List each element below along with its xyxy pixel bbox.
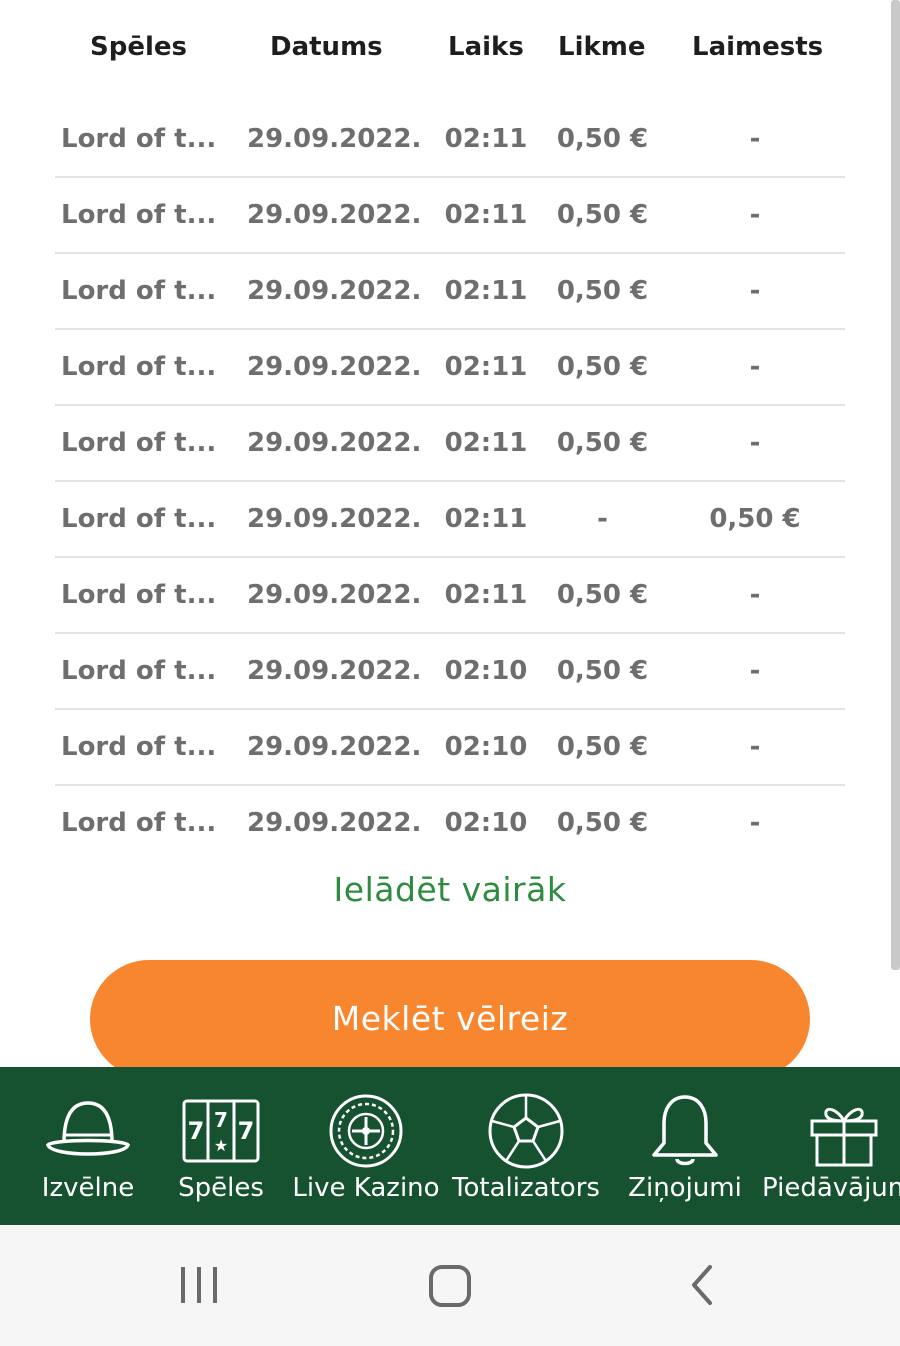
table-row[interactable]: Lord of t... 29.09.2022. 02:11 0,50 € - <box>55 330 845 406</box>
history-table: Lord of t... 29.09.2022. 02:11 0,50 € - Lord … <box>55 102 845 860</box>
load-more-link[interactable]: Ielādēt vairāk <box>0 870 900 909</box>
nav-item-offers[interactable]: Piedāvājumi <box>760 1067 900 1225</box>
svg-text:★: ★ <box>214 1136 228 1155</box>
cell-date: 29.09.2022. <box>247 580 422 610</box>
cell-bet: 0,50 € <box>556 732 649 762</box>
recent-apps-icon[interactable] <box>178 1255 220 1315</box>
header-win: Laimests <box>692 32 824 62</box>
cell-date: 29.09.2022. <box>247 124 422 154</box>
bowler-hat-icon <box>45 1101 131 1156</box>
cell-win: - <box>749 732 761 762</box>
cell-bet: 0,50 € <box>556 428 649 458</box>
search-again-button[interactable]: Meklēt vēlreiz <box>90 960 810 1078</box>
cell-date: 29.09.2022. <box>247 732 422 762</box>
cell-date: 29.09.2022. <box>247 656 422 686</box>
cell-win: - <box>749 656 761 686</box>
table-row[interactable]: Lord of t... 29.09.2022. 02:11 - 0,50 € <box>55 482 845 558</box>
cell-bet: 0,50 € <box>556 808 649 838</box>
cell-win: - <box>749 124 761 154</box>
slot-machine-icon: 7 7 ★ 7 <box>182 1099 260 1163</box>
cell-game: Lord of t... <box>61 352 217 382</box>
svg-text:7: 7 <box>238 1117 255 1145</box>
table-row[interactable]: Lord of t... 29.09.2022. 02:11 0,50 € - <box>55 254 845 330</box>
table-row[interactable]: Lord of t... 29.09.2022. 02:11 0,50 € - <box>55 178 845 254</box>
cell-date: 29.09.2022. <box>247 808 422 838</box>
cell-game: Lord of t... <box>61 200 217 230</box>
nav-label: Totalizators <box>452 1173 600 1203</box>
cell-time: 02:11 <box>444 276 528 306</box>
gift-icon <box>810 1107 878 1167</box>
cell-date: 29.09.2022. <box>247 352 422 382</box>
cell-bet: - <box>597 504 608 534</box>
cell-game: Lord of t... <box>61 580 217 610</box>
cell-bet: 0,50 € <box>556 352 649 382</box>
cell-game: Lord of t... <box>61 732 217 762</box>
header-date: Datums <box>270 32 383 62</box>
cell-date: 29.09.2022. <box>247 200 422 230</box>
cell-win: - <box>749 808 761 838</box>
cell-time: 02:10 <box>444 732 528 762</box>
cell-bet: 0,50 € <box>556 124 649 154</box>
nav-label: Live Kazino <box>292 1173 440 1203</box>
nav-item-games[interactable]: 7 7 ★ 7 Spēles <box>166 1067 276 1225</box>
roulette-wheel-icon <box>329 1094 403 1168</box>
nav-label: Piedāvājumi <box>762 1173 900 1203</box>
svg-text:7: 7 <box>188 1117 205 1145</box>
header-time: Laiks <box>448 32 524 62</box>
table-row[interactable]: Lord of t... 29.09.2022. 02:10 0,50 € - <box>55 634 845 710</box>
back-icon[interactable] <box>684 1255 720 1315</box>
cell-game: Lord of t... <box>61 656 217 686</box>
table-row[interactable]: Lord of t... 29.09.2022. 02:10 0,50 € - <box>55 710 845 786</box>
cell-win: - <box>749 428 761 458</box>
table-row[interactable]: Lord of t... 29.09.2022. 02:11 0,50 € - <box>55 558 845 634</box>
nav-item-messages[interactable]: Ziņojumi <box>620 1067 750 1225</box>
nav-label: Izvēlne <box>41 1173 135 1203</box>
cell-time: 02:11 <box>444 428 528 458</box>
cell-win: - <box>749 580 761 610</box>
svg-text:7: 7 <box>214 1108 228 1132</box>
nav-label: Ziņojumi <box>628 1173 742 1203</box>
nav-item-sportsbook[interactable]: Totalizators <box>448 1067 604 1225</box>
cell-time: 02:11 <box>444 200 528 230</box>
bottom-navigation: Izvēlne 7 7 ★ 7 Spēles Live Kazino Total… <box>0 1067 900 1225</box>
cell-win: 0,50 € <box>709 504 801 534</box>
cell-time: 02:10 <box>444 656 528 686</box>
cell-time: 02:11 <box>444 504 528 534</box>
cell-bet: 0,50 € <box>556 276 649 306</box>
table-row[interactable]: Lord of t... 29.09.2022. 02:11 0,50 € - <box>55 102 845 178</box>
cell-date: 29.09.2022. <box>247 504 422 534</box>
cell-game: Lord of t... <box>61 504 217 534</box>
table-row[interactable]: Lord of t... 29.09.2022. 02:10 0,50 € - <box>55 786 845 860</box>
header-bet: Likme <box>558 32 646 62</box>
cell-game: Lord of t... <box>61 808 217 838</box>
cell-time: 02:11 <box>444 124 528 154</box>
home-icon[interactable] <box>426 1255 474 1315</box>
cell-win: - <box>749 200 761 230</box>
nav-label: Spēles <box>178 1173 264 1203</box>
cell-bet: 0,50 € <box>556 656 649 686</box>
cell-date: 29.09.2022. <box>247 428 422 458</box>
cell-game: Lord of t... <box>61 124 217 154</box>
cell-game: Lord of t... <box>61 276 217 306</box>
cell-game: Lord of t... <box>61 428 217 458</box>
cell-bet: 0,50 € <box>556 200 649 230</box>
soccer-ball-icon <box>488 1093 564 1169</box>
scrollbar[interactable] <box>891 0 900 970</box>
cell-time: 02:11 <box>444 580 528 610</box>
bell-icon <box>652 1095 718 1166</box>
cell-bet: 0,50 € <box>556 580 649 610</box>
cell-win: - <box>749 352 761 382</box>
nav-item-menu[interactable]: Izvēlne <box>20 1067 156 1225</box>
nav-item-live-casino[interactable]: Live Kazino <box>286 1067 446 1225</box>
table-row[interactable]: Lord of t... 29.09.2022. 02:11 0,50 € - <box>55 406 845 482</box>
cell-win: - <box>749 276 761 306</box>
table-header: Spēles Datums Laiks Likme Laimests <box>0 22 900 72</box>
header-game: Spēles <box>90 32 187 62</box>
cell-time: 02:11 <box>444 352 528 382</box>
system-navigation-bar <box>0 1225 900 1346</box>
cell-time: 02:10 <box>444 808 528 838</box>
cell-date: 29.09.2022. <box>247 276 422 306</box>
